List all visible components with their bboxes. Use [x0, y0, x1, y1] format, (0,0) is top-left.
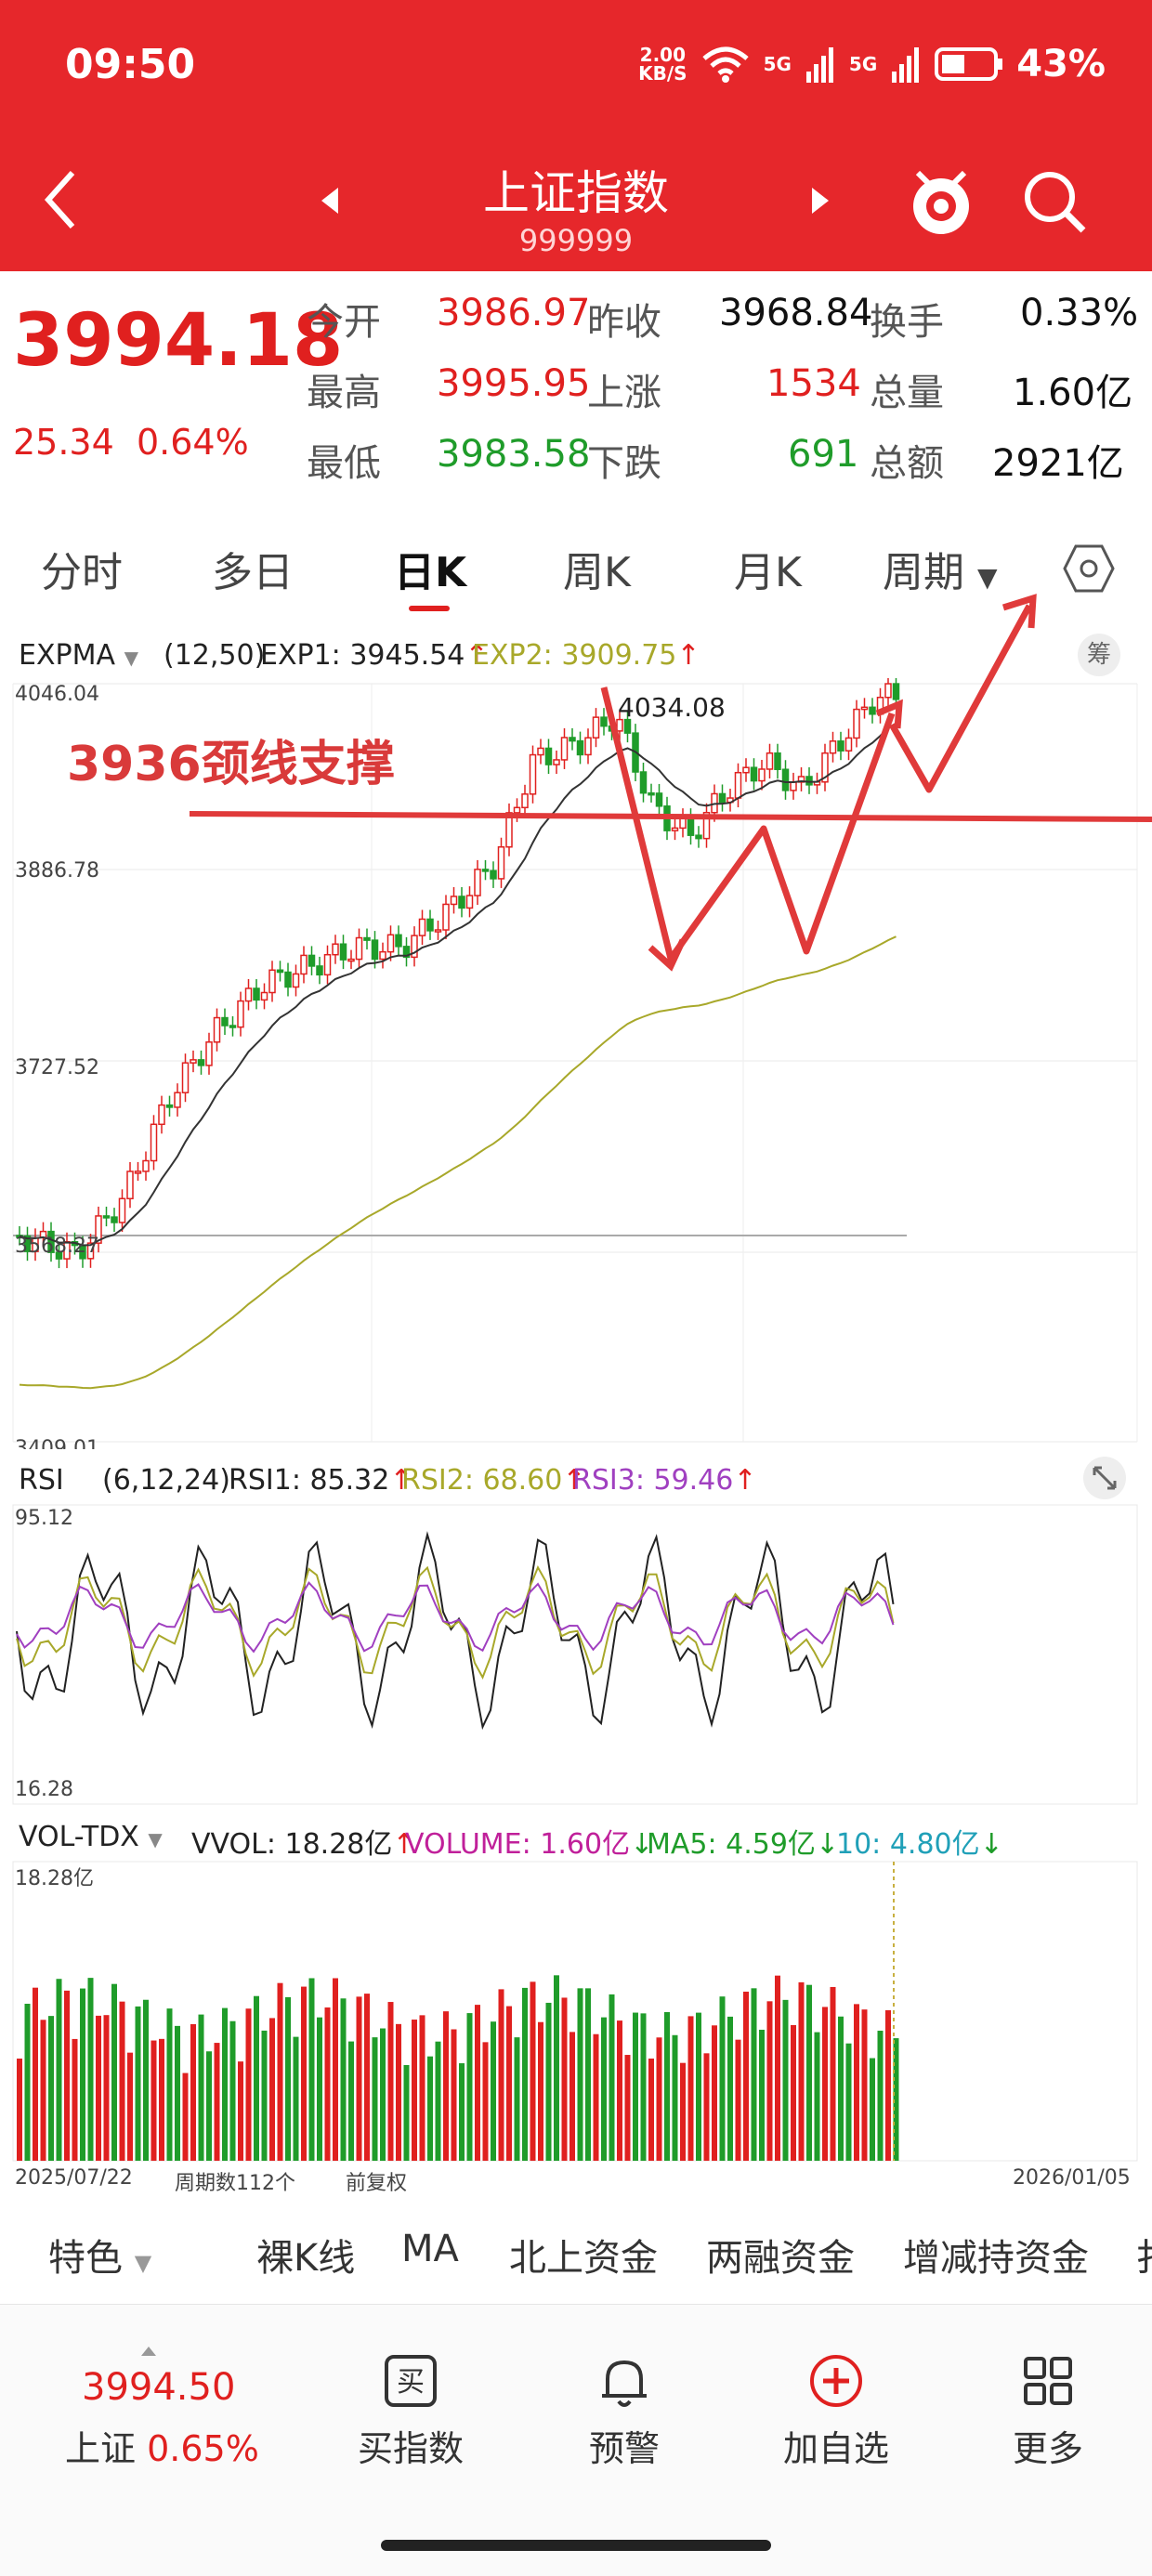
- w-pattern-arrow: [600, 686, 896, 962]
- add-watchlist-button[interactable]: 加自选: [743, 2351, 929, 2471]
- feature-tabs: 特色 ▼ 裸K线 MA 北上资金 两融资金 增减持资金 扌: [0, 2211, 1152, 2295]
- price-change: 25.34 0.64%: [13, 422, 249, 463]
- subtab-northbound[interactable]: 北上资金: [509, 2228, 658, 2282]
- battery-percent: 43%: [1016, 43, 1106, 85]
- app-header: 09:50 2.00 KB/S 5G 5G 43% 上证指数 999999: [0, 0, 1152, 271]
- subtab-holdings[interactable]: 增减持资金: [903, 2228, 1089, 2282]
- battery-icon: [935, 47, 1003, 81]
- rsi-params: (6,12,24): [102, 1464, 230, 1497]
- signal-5g-label: 5G: [763, 53, 792, 75]
- svg-text:买: 买: [397, 2366, 425, 2399]
- quote-row-1: 今开 3986.97 昨收 3968.84 换手 0.33%: [307, 292, 1139, 344]
- rsi3-value: RSI3: 59.46↑: [572, 1464, 757, 1497]
- network-speed: 2.00 KB/S: [638, 44, 687, 85]
- mascot-icon[interactable]: [909, 165, 974, 236]
- bottom-toolbar: 3994.50 上证 0.65% 买 买指数 预警 加自选 更多: [0, 2304, 1152, 2576]
- rsi2-value: RSI2: 68.60↑: [401, 1464, 586, 1497]
- buy-icon: 买: [385, 2355, 437, 2407]
- projection-arrow: [888, 604, 1033, 793]
- status-bar-right: 2.00 KB/S 5G 5G 43%: [638, 43, 1106, 85]
- ma10-value: 10: 4.80亿↓: [836, 1828, 1003, 1861]
- more-button[interactable]: 更多: [955, 2351, 1141, 2471]
- ma5-value: MA5: 4.59亿↓: [647, 1828, 840, 1861]
- volume-chart: [12, 1861, 1138, 2162]
- status-time: 09:50: [65, 41, 196, 88]
- bottom-index-change[interactable]: 上证 0.65%: [65, 2420, 259, 2471]
- home-indicator: [381, 2540, 771, 2551]
- quote-panel: 3994.18 25.34 0.64% 今开 3986.97 昨收 3968.8…: [0, 271, 1152, 499]
- date-end: 2026/01/05: [1013, 2166, 1131, 2190]
- next-index-icon[interactable]: [810, 188, 831, 214]
- rsi2-line: [16, 1565, 895, 1680]
- rsi1-value: RSI1: 85.32↑: [229, 1464, 413, 1497]
- subtab-feature[interactable]: 特色 ▼: [48, 2228, 151, 2282]
- vol-indicator-label[interactable]: VOL-TDX ▼: [19, 1821, 163, 1853]
- svg-text:3568.27: 3568.27: [15, 1235, 99, 1258]
- bottom-index-price: 3994.50: [82, 2366, 236, 2409]
- neckline: [189, 811, 1152, 822]
- rsi3-line: [16, 1581, 895, 1654]
- subtab-bare-k[interactable]: 裸K线: [256, 2228, 355, 2282]
- signal-5g-label-2: 5G: [848, 53, 878, 75]
- grid-icon: [1024, 2357, 1072, 2405]
- wifi-icon: [701, 46, 749, 83]
- volume-value: VOLUME: 1.60亿↓: [405, 1828, 654, 1861]
- date-start: 2025/07/22: [15, 2166, 133, 2190]
- adjust-mode[interactable]: 前复权: [346, 2166, 407, 2196]
- cycle-count: 周期数112个: [175, 2172, 295, 2195]
- subtab-more-partial[interactable]: 扌: [1135, 2228, 1152, 2282]
- scroll-up-indicator: [141, 2342, 156, 2356]
- buy-index-button[interactable]: 买 买指数: [318, 2351, 504, 2471]
- plus-circle-icon: [810, 2355, 862, 2407]
- rsi1-line: [16, 1531, 895, 1731]
- quote-row-3: 最低 3983.58 下跌 691 总额 2921亿: [307, 433, 1124, 485]
- signal-icon: [805, 47, 833, 83]
- subtab-margin[interactable]: 两融资金: [706, 2228, 855, 2282]
- svg-text:3409.01: 3409.01: [15, 1437, 99, 1449]
- rsi-bottom-label: 16.28: [15, 1778, 73, 1801]
- quote-row-2: 最高 3995.95 上涨 1534 总量 1.60亿: [307, 362, 1133, 414]
- subtab-ma[interactable]: MA: [401, 2228, 459, 2270]
- annotation-overlay: [189, 594, 1152, 972]
- volume-bars: [17, 1975, 899, 2161]
- rsi-indicator-label[interactable]: RSI: [19, 1464, 64, 1497]
- alert-button[interactable]: 预警: [531, 2351, 717, 2471]
- bell-icon: [602, 2360, 647, 2407]
- expand-icon[interactable]: [1083, 1457, 1126, 1499]
- signal-icon-2: [892, 47, 920, 83]
- page-title: 上证指数: [483, 166, 669, 220]
- index-code: 999999: [518, 223, 634, 258]
- current-price: 3994.18: [13, 299, 344, 383]
- vvol-value: VVOL: 18.28亿↑: [191, 1828, 416, 1861]
- search-icon[interactable]: [1022, 169, 1087, 234]
- rsi-chart: [12, 1504, 1138, 1805]
- rsi-top-label: 95.12: [15, 1507, 73, 1530]
